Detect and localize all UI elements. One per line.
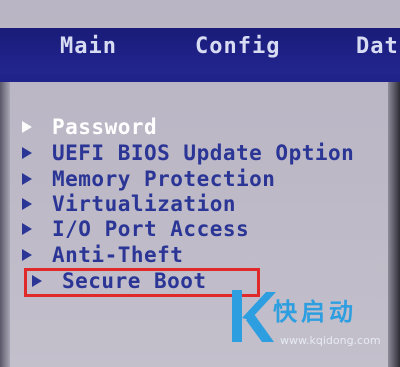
- triangle-right-icon: [22, 173, 32, 185]
- menu-item-password[interactable]: Password: [22, 114, 157, 140]
- menu-bar-divider: [0, 74, 400, 82]
- tab-config[interactable]: Config: [195, 34, 280, 59]
- bios-menu-bar: Main Config Dat: [0, 28, 400, 74]
- bios-screen: Main Config Dat Password UEFI BIOS Updat…: [0, 0, 400, 367]
- watermark-url: www.kqidong.com: [280, 334, 381, 347]
- triangle-right-icon: [22, 198, 32, 210]
- menu-item-label: Password: [52, 115, 158, 139]
- secure-boot-highlight-box: [24, 268, 260, 297]
- menu-item-label: Memory Protection: [52, 167, 276, 191]
- menu-item-label: Anti-Theft: [52, 243, 184, 267]
- menu-item-label: Virtualization: [52, 192, 237, 216]
- menu-item-memory-protection[interactable]: Memory Protection: [22, 166, 275, 192]
- triangle-right-icon: [22, 223, 32, 235]
- tab-date[interactable]: Dat: [356, 34, 399, 59]
- tab-main[interactable]: Main: [60, 34, 117, 59]
- watermark-brand-text: 快启动: [273, 298, 357, 326]
- menu-item-virtualization[interactable]: Virtualization: [22, 191, 236, 217]
- triangle-right-icon: [22, 147, 32, 159]
- menu-item-anti-theft[interactable]: Anti-Theft: [22, 242, 183, 268]
- triangle-right-icon: [22, 121, 32, 133]
- kqidong-watermark: 快启动 www.kqidong.com: [228, 288, 398, 348]
- triangle-right-icon: [22, 249, 32, 261]
- k-logo-icon: [232, 290, 276, 342]
- menu-item-label: I/O Port Access: [52, 217, 250, 241]
- menu-item-label: UEFI BIOS Update Option: [52, 141, 355, 165]
- menu-item-uefi-bios-update-option[interactable]: UEFI BIOS Update Option: [22, 140, 354, 166]
- screen-bezel-left: [0, 82, 10, 367]
- menu-item-io-port-access[interactable]: I/O Port Access: [22, 216, 249, 242]
